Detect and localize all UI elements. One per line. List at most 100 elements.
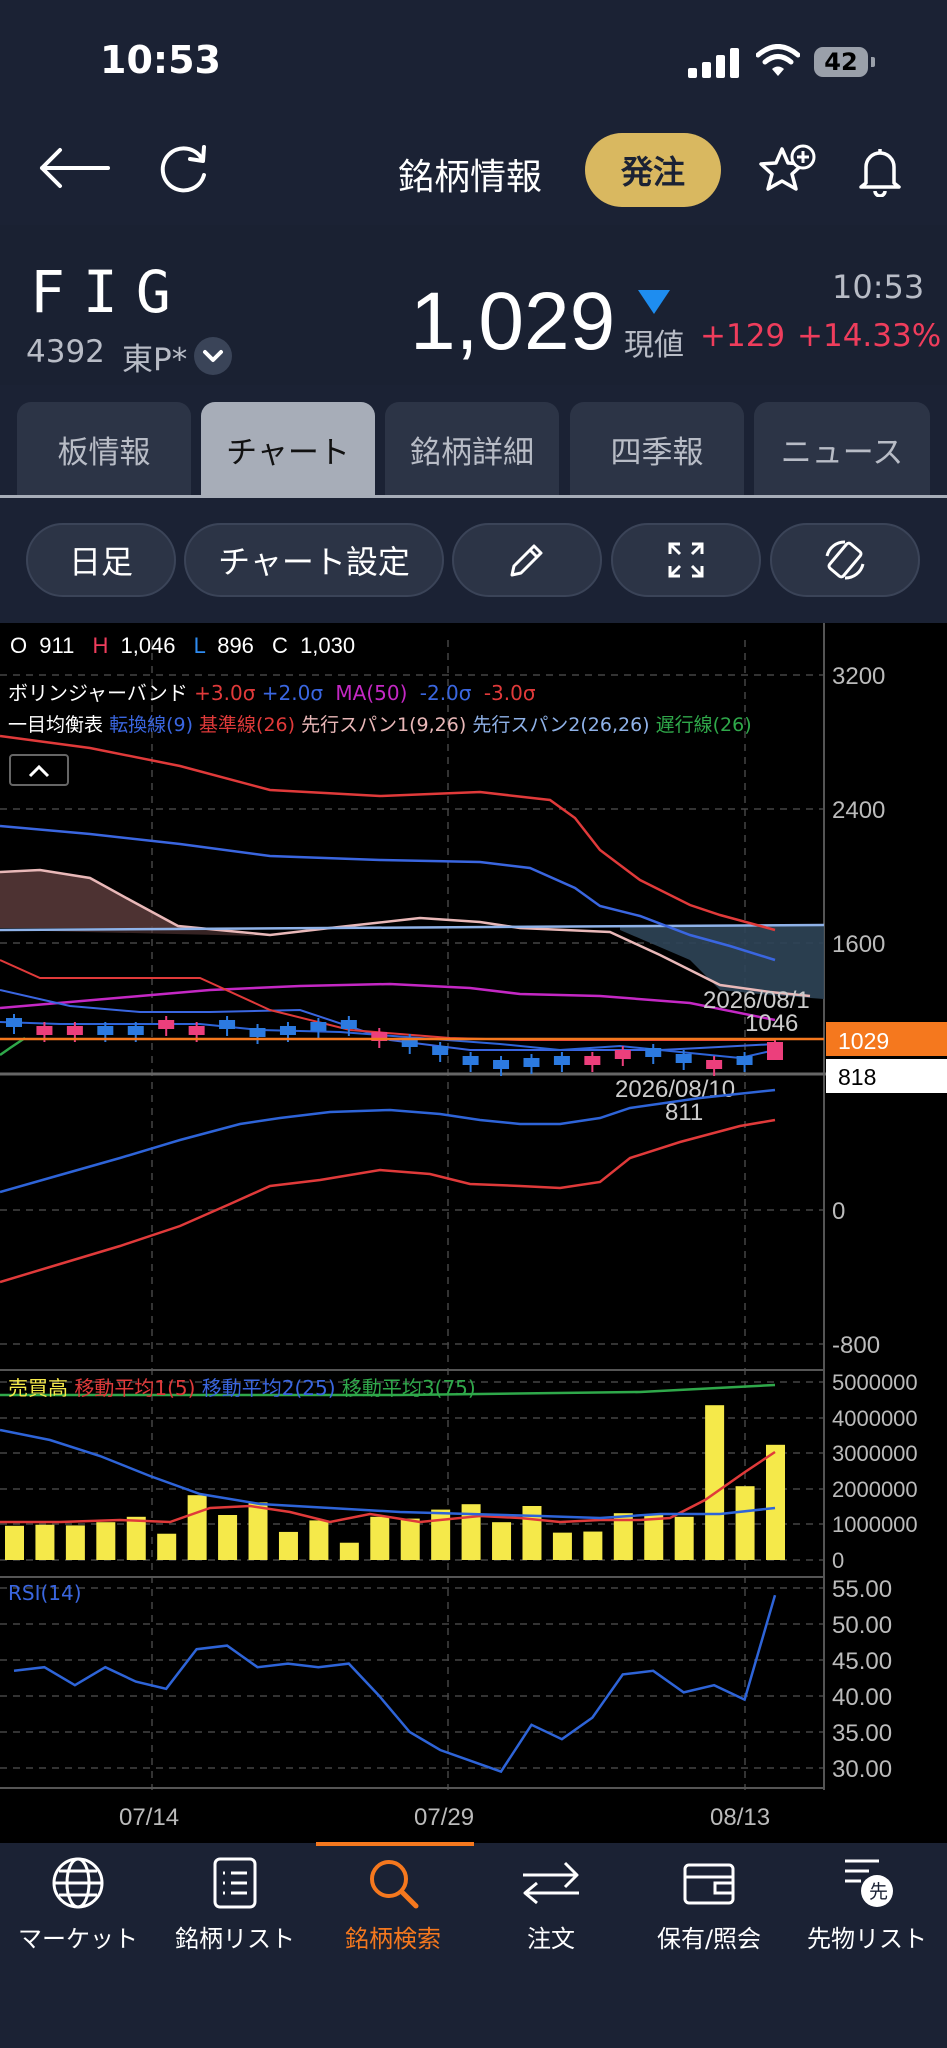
- volume-legend-ma3: 移動平均3(75): [342, 1376, 476, 1400]
- volume-bar: [218, 1515, 238, 1560]
- osc-axis-label: 0: [832, 1198, 845, 1225]
- ohlc-low: 896: [217, 633, 254, 658]
- bottom-nav-market[interactable]: マーケット: [3, 1855, 153, 1954]
- bottom-nav-label: 注文: [527, 1925, 575, 1953]
- x-axis-label: 07/14: [119, 1804, 179, 1831]
- futures-list-icon: 先: [845, 1859, 893, 1907]
- oscillator-red-line: [0, 1118, 776, 1284]
- expand-icon: [668, 542, 704, 578]
- volume-bar: [400, 1518, 420, 1560]
- wallet-icon: [683, 1863, 735, 1905]
- back-arrow-icon[interactable]: [36, 144, 112, 192]
- candlestick: [462, 1052, 479, 1072]
- bb-legend-name: ボリンジャーバンド: [8, 681, 188, 705]
- bb-legend-ma: MA(50): [335, 681, 407, 705]
- signal-icon: [688, 48, 740, 78]
- volume-bar: [461, 1504, 481, 1560]
- volume-bar: [431, 1509, 451, 1560]
- status-time: 10:53: [100, 38, 221, 82]
- globe-icon: [52, 1857, 104, 1909]
- ohlc-o-label: O: [10, 633, 27, 658]
- tab-chart[interactable]: チャート: [201, 402, 375, 496]
- volume-legend-ma1: 移動平均1(5): [74, 1376, 195, 1400]
- fullscreen-button[interactable]: [611, 523, 761, 597]
- candlestick: [553, 1052, 570, 1072]
- candlestick: [158, 1016, 175, 1036]
- bb-ma-line: [0, 982, 776, 1022]
- volume-bar: [735, 1486, 755, 1560]
- volume-bar: [248, 1502, 268, 1560]
- volume-bar: [552, 1532, 572, 1560]
- price-down-triangle-icon: [638, 290, 670, 314]
- ichimoku-legend-span1: 先行スパン1(9,26): [301, 714, 466, 736]
- stock-chart[interactable]: 1029 818 3200 2400 1600 2026/08/1 1046 2…: [0, 623, 947, 1843]
- exchange-icon: [523, 1861, 579, 1905]
- candlestick: [249, 1024, 266, 1044]
- period-daily-button[interactable]: 日足: [26, 523, 176, 597]
- notification-bell-icon[interactable]: [856, 145, 904, 197]
- rsi-axis-label: 45.00: [832, 1648, 892, 1675]
- volume-bars: [5, 1405, 785, 1560]
- candlestick: [219, 1016, 236, 1036]
- bottom-nav-futures-list[interactable]: 先 先物リスト: [792, 1855, 942, 1954]
- price-axis-label: 3200: [832, 663, 885, 690]
- current-price-tag-label: 1029: [838, 1028, 889, 1054]
- tab-board[interactable]: 板情報: [17, 402, 191, 496]
- bb-legend-m3: -3.0σ: [484, 681, 536, 705]
- volume-bar: [65, 1525, 85, 1560]
- chart-settings-button[interactable]: チャート設定: [184, 523, 444, 597]
- price-axis-label: 2400: [832, 797, 885, 824]
- volume-bar: [705, 1405, 725, 1560]
- volume-axis-label: 2000000: [832, 1477, 918, 1502]
- bottom-nav-label: マーケット: [18, 1925, 138, 1953]
- osc-axis-label: -800: [832, 1332, 880, 1359]
- draw-tool-button[interactable]: [452, 523, 602, 597]
- candlestick: [584, 1052, 601, 1072]
- volume-legend-ma2: 移動平均2(25): [202, 1376, 336, 1400]
- bottom-nav-label: 先物リスト: [807, 1925, 927, 1953]
- rsi-legend: RSI(14): [8, 1581, 82, 1605]
- bottom-nav-stock-list[interactable]: 銘柄リスト: [160, 1855, 310, 1954]
- bottom-nav-label: 保有/照会: [656, 1925, 762, 1953]
- volume-ma2-line: [0, 1428, 776, 1520]
- add-favorite-star-icon[interactable]: [758, 143, 820, 199]
- low-price-tag-label: 818: [838, 1064, 876, 1090]
- rotate-icon: [825, 540, 865, 580]
- volume-legend-name: 売買高: [8, 1376, 68, 1400]
- tab-news[interactable]: ニュース: [754, 402, 930, 496]
- order-button[interactable]: 発注: [585, 133, 721, 207]
- stock-market: 東P*: [122, 342, 188, 378]
- volume-axis-label: 4000000: [832, 1406, 918, 1431]
- rsi-axis-label: 55.00: [832, 1576, 892, 1603]
- rsi-axis-label: 35.00: [832, 1720, 892, 1747]
- bottom-nav-stock-search[interactable]: 銘柄検索: [318, 1855, 468, 1954]
- tab-stock-details[interactable]: 銘柄詳細: [385, 402, 559, 496]
- volume-bar: [157, 1533, 177, 1560]
- ohlc-high: 1,046: [120, 633, 175, 658]
- rsi-axis-label: 30.00: [832, 1756, 892, 1783]
- search-icon: [370, 1860, 419, 1909]
- ohlc-h-label: H: [92, 633, 108, 658]
- refresh-icon[interactable]: [156, 143, 212, 197]
- ohlc-open: 911: [39, 633, 74, 658]
- bb-legend-m2: -2.0σ: [420, 681, 472, 705]
- volume-bar: [96, 1522, 116, 1560]
- ohlc-legend: O 911 H 1,046 L 896 C 1,030: [10, 633, 355, 658]
- volume-bar: [309, 1520, 329, 1560]
- price-axis-label: 1600: [832, 931, 885, 958]
- candlestick: [645, 1044, 662, 1064]
- ichimoku-legend-kijun: 基準線(26): [199, 714, 295, 736]
- volume-bar: [583, 1531, 603, 1560]
- collapse-legend-button[interactable]: [9, 754, 69, 786]
- tab-shikiho[interactable]: 四季報: [570, 402, 744, 496]
- x-axis-label: 07/29: [414, 1804, 474, 1831]
- volume-bar: [522, 1506, 542, 1560]
- ohlc-c-label: C: [272, 633, 288, 658]
- rotate-screen-button[interactable]: [770, 523, 920, 597]
- bottom-nav-holdings[interactable]: 保有/照会: [634, 1855, 784, 1954]
- market-dropdown[interactable]: [194, 337, 232, 375]
- bottom-nav-order[interactable]: 注文: [476, 1855, 626, 1954]
- ichimoku-legend-tenkan: 転換線(9): [109, 714, 193, 736]
- bollinger-legend: ボリンジャーバンド +3.0σ +2.0σ MA(50) -2.0σ -3.0σ: [8, 681, 536, 705]
- volume-bar: [187, 1495, 207, 1560]
